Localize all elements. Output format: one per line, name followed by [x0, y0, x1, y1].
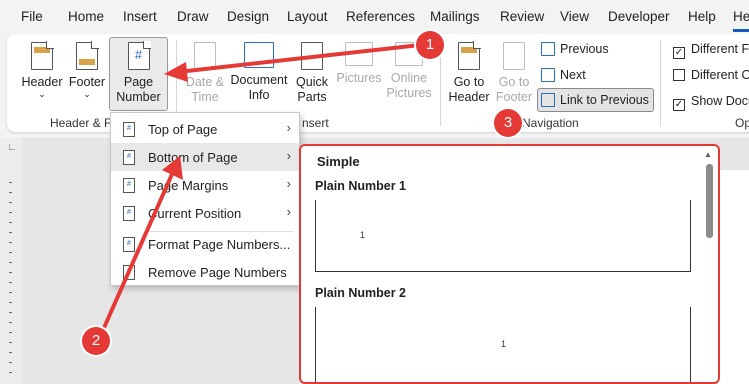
arrow-2	[101, 156, 183, 331]
annotation-badge-1: 1	[416, 31, 444, 59]
annotation-badge-3: 3	[494, 109, 522, 137]
annotation-arrows	[101, 43, 421, 331]
annotation-badge-2: 2	[82, 327, 110, 355]
arrow-1	[164, 43, 421, 82]
